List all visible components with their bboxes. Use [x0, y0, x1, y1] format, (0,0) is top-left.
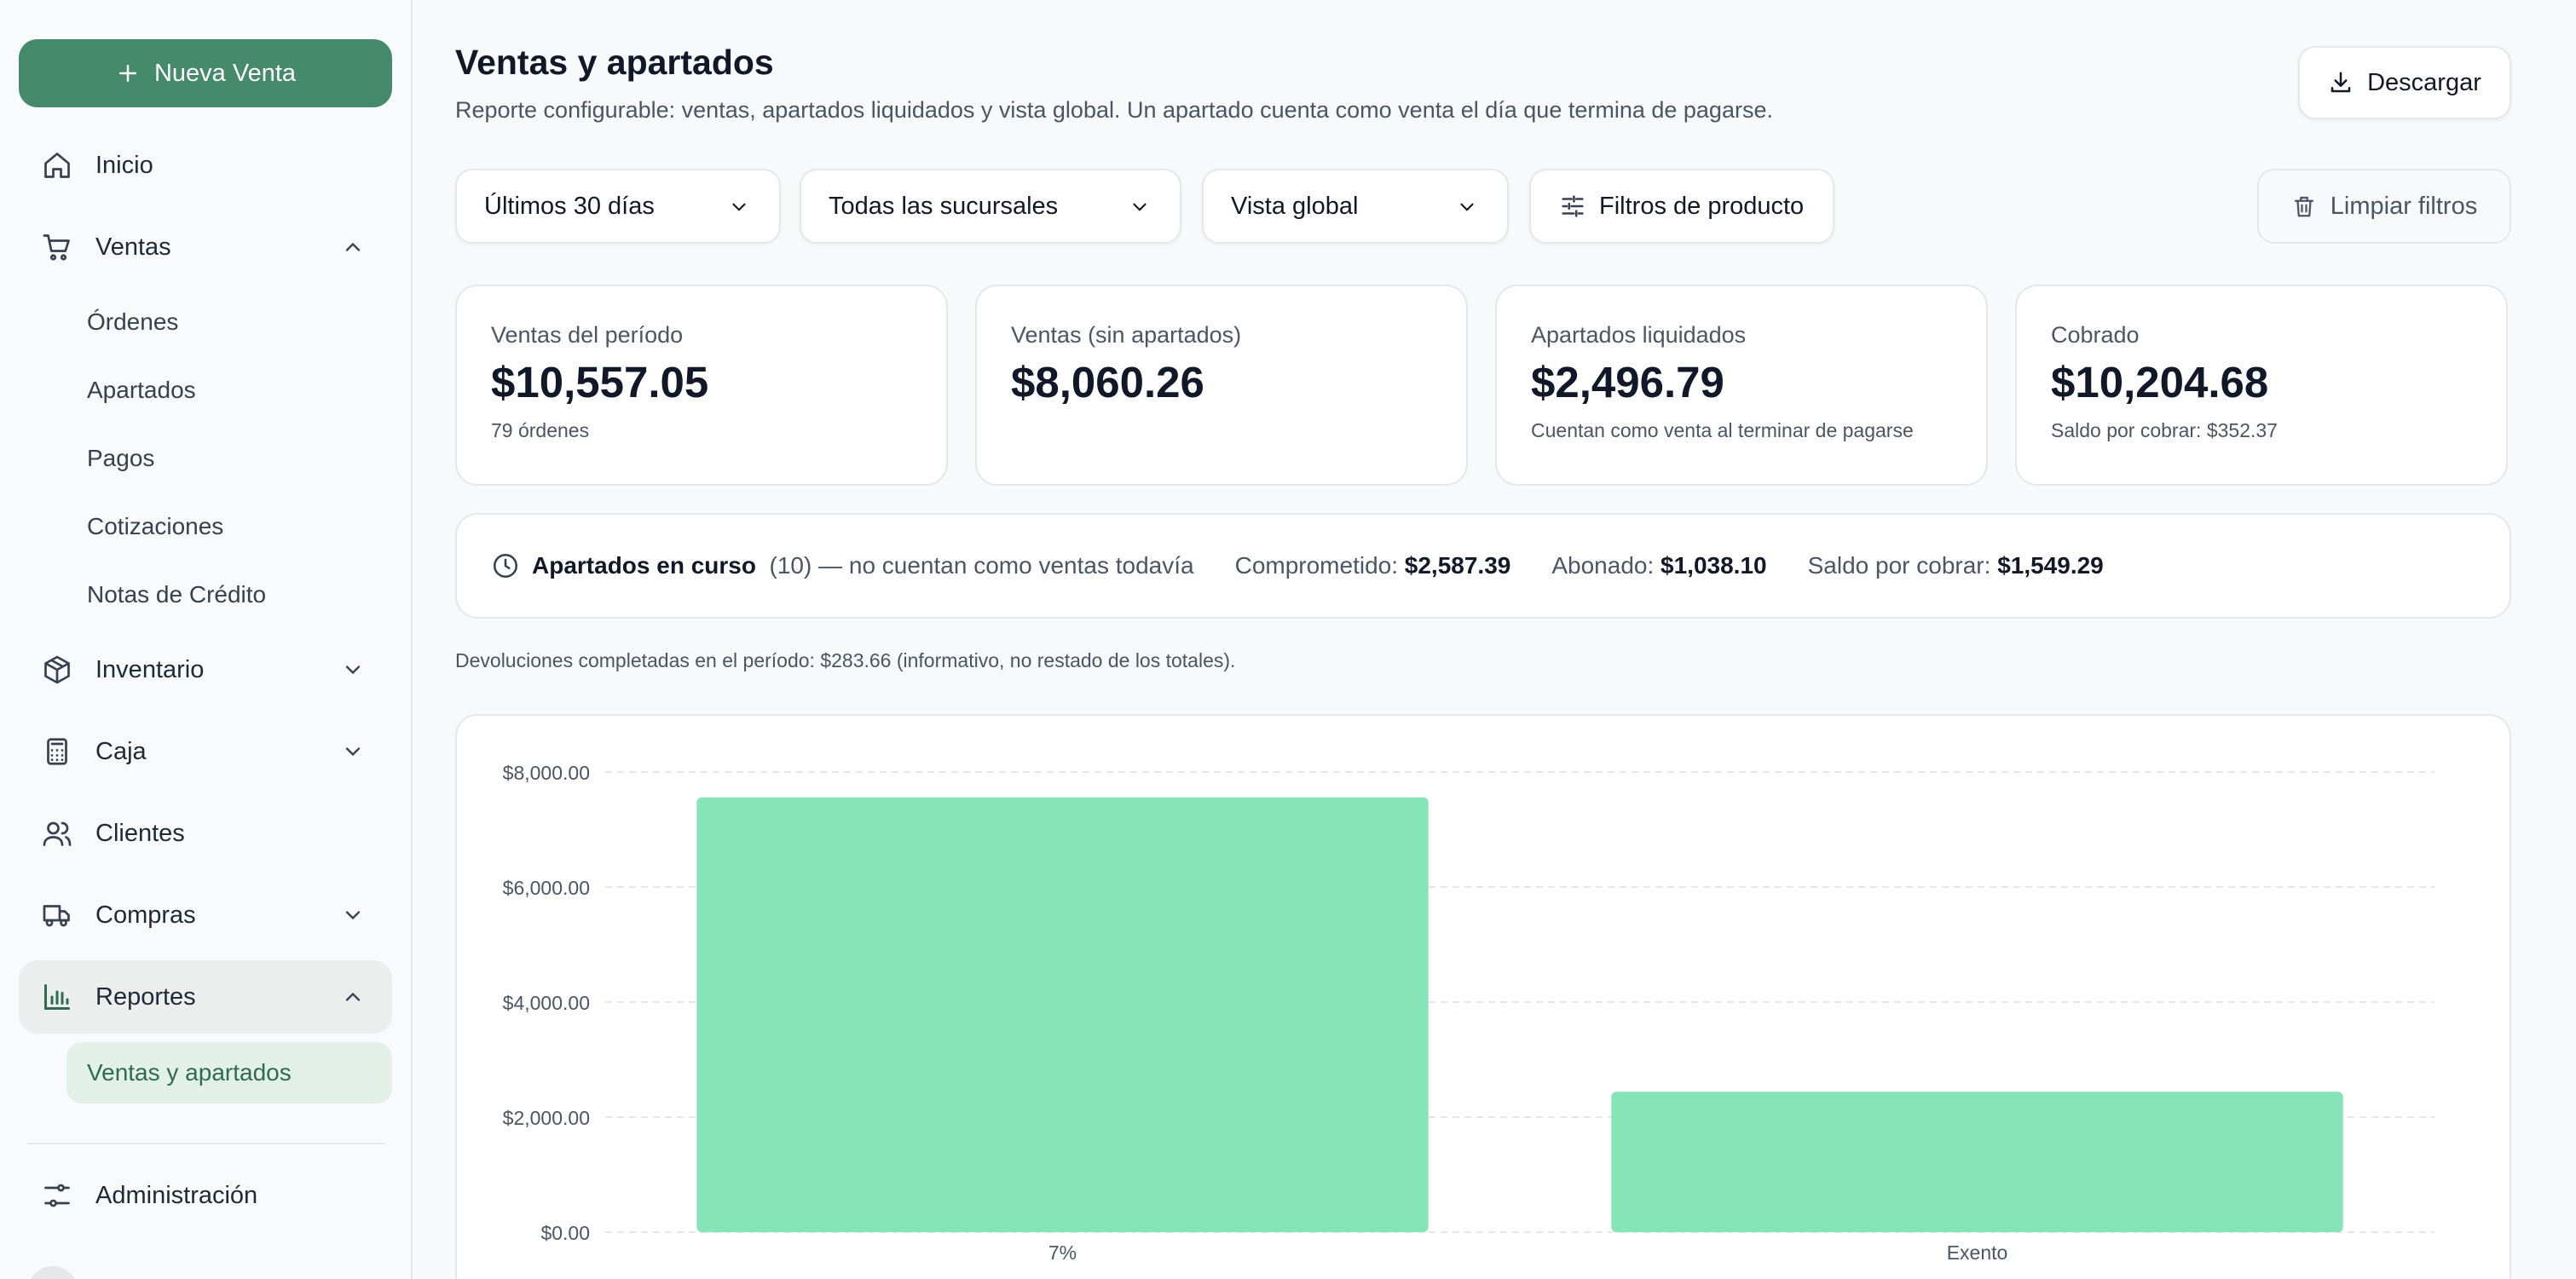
- y-tick-label: $0.00: [540, 1222, 590, 1244]
- sidebar: Nueva Venta Inicio Ventas Órdenes Aparta…: [0, 0, 413, 1279]
- sliders-icon: [1562, 195, 1584, 217]
- sidebar-divider: [27, 1143, 385, 1144]
- stat-label: Ventas (sin apartados): [1011, 322, 1242, 348]
- y-tick-label: $4,000.00: [503, 992, 590, 1014]
- avatar[interactable]: [27, 1266, 78, 1279]
- download-icon: [2331, 72, 2351, 93]
- paid-label: Abonado:: [1551, 552, 1655, 579]
- stat-label: Apartados liquidados: [1531, 322, 1747, 348]
- sidebar-subitem-apartados[interactable]: Apartados: [66, 360, 196, 421]
- chevron-down-icon: [1460, 203, 1474, 211]
- sidebar-item-compras[interactable]: Compras: [19, 879, 392, 952]
- returns-note: Devoluciones completadas en el período: …: [455, 649, 1236, 671]
- view-select[interactable]: Vista global: [1202, 169, 1509, 244]
- sidebar-label: Ventas: [95, 233, 171, 261]
- sidebar-label: Reportes: [95, 982, 196, 1011]
- sidebar-subitem-ordenes[interactable]: Órdenes: [66, 291, 178, 353]
- sidebar-item-reportes[interactable]: Reportes: [19, 960, 392, 1034]
- main-content: Ventas y apartados Reporte configurable:…: [414, 0, 2554, 1279]
- chevron-down-icon[interactable]: [341, 740, 365, 763]
- sidebar-item-administracion[interactable]: Administración: [19, 1159, 392, 1232]
- plus-icon: [118, 65, 136, 82]
- sidebar-item-clientes[interactable]: Clientes: [19, 797, 392, 870]
- product-filters-label: Filtros de producto: [1599, 192, 1805, 220]
- balance-label: Saldo por cobrar:: [1807, 552, 1991, 579]
- sidebar-item-ventas[interactable]: Ventas: [19, 210, 392, 284]
- chevron-up-icon[interactable]: [341, 985, 365, 1009]
- chevron-down-icon[interactable]: [341, 658, 365, 682]
- bar-chart-icon: [44, 984, 70, 1010]
- in-progress-desc: (10) — no cuentan como ventas todavía: [769, 552, 1194, 579]
- bar[interactable]: [696, 797, 1429, 1232]
- stat-note: 79 órdenes: [491, 419, 590, 441]
- download-button[interactable]: Descargar: [2298, 46, 2511, 119]
- sidebar-item-inicio[interactable]: Inicio: [19, 129, 392, 202]
- clear-filters-button[interactable]: Limpiar filtros: [2257, 169, 2511, 244]
- calculator-icon: [47, 738, 67, 765]
- page-subtitle: Reporte configurable: ventas, apartados …: [455, 97, 1773, 123]
- committed-label: Comprometido:: [1234, 552, 1398, 579]
- download-label: Descargar: [2367, 68, 2481, 96]
- chevron-down-icon[interactable]: [341, 903, 365, 927]
- view-value: Vista global: [1231, 192, 1359, 220]
- sales-bar-chart: $0.00 $2,000.00 $4,000.00 $6,000.00 $8,000.0…: [503, 762, 2434, 1264]
- product-filters-button[interactable]: Filtros de producto: [1529, 169, 1834, 244]
- new-sale-button[interactable]: Nueva Venta: [19, 39, 392, 107]
- home-icon: [44, 153, 70, 178]
- users-icon: [43, 821, 72, 846]
- sidebar-label: Inicio: [95, 151, 153, 179]
- sidebar-subitem-ventas-apartados[interactable]: Ventas y apartados: [66, 1042, 392, 1103]
- stat-card-period-sales: Ventas del período $10,557.05 79 órdenes: [455, 285, 948, 486]
- period-select[interactable]: Últimos 30 días: [455, 169, 781, 244]
- sidebar-subitem-notas-credito[interactable]: Notas de Crédito: [66, 564, 266, 625]
- sidebar-label: Administración: [95, 1181, 258, 1209]
- sidebar-subitem-cotizaciones[interactable]: Cotizaciones: [66, 496, 223, 557]
- stat-label: Ventas del período: [491, 322, 684, 348]
- chevron-up-icon[interactable]: [341, 235, 365, 259]
- y-tick-label: $6,000.00: [503, 877, 590, 899]
- stat-value: $10,204.68: [2051, 358, 2269, 406]
- sidebar-label: Compras: [95, 901, 196, 929]
- stat-label: Cobrado: [2051, 322, 2140, 348]
- layaways-in-progress-banner: Apartados en curso (10) — no cuentan com…: [455, 513, 2511, 619]
- sidebar-label: Clientes: [95, 819, 185, 847]
- stat-note: Cuentan como venta al terminar de pagars…: [1531, 419, 1914, 441]
- stat-value: $8,060.26: [1011, 358, 1204, 406]
- stat-note: Saldo por cobrar: $352.37: [2051, 419, 2278, 441]
- stat-card-sales-no-layaway: Ventas (sin apartados) $8,060.26: [975, 285, 1468, 486]
- sliders-icon: [44, 1184, 70, 1207]
- sidebar-label: Inventario: [95, 655, 205, 683]
- committed-value: $2,587.39: [1404, 552, 1511, 579]
- sales-chart-card: $0.00 $2,000.00 $4,000.00 $6,000.00 $8,000.0…: [455, 714, 2511, 1279]
- clear-filters-label: Limpiar filtros: [2330, 192, 2478, 220]
- stat-card-collected: Cobrado $10,204.68 Saldo por cobrar: $35…: [2015, 285, 2508, 486]
- stat-card-layaways-settled: Apartados liquidados $2,496.79 Cuentan c…: [1495, 285, 1988, 486]
- page-title: Ventas y apartados: [455, 43, 774, 82]
- in-progress-title: Apartados en curso: [532, 552, 756, 579]
- period-value: Últimos 30 días: [484, 192, 655, 220]
- clock-icon: [493, 553, 518, 579]
- bar[interactable]: [1611, 1092, 2343, 1232]
- branch-value: Todas las sucursales: [829, 192, 1059, 220]
- sidebar-label: Caja: [95, 737, 147, 765]
- sidebar-item-inventario[interactable]: Inventario: [19, 633, 392, 706]
- balance-value: $1,549.29: [1997, 552, 2104, 579]
- x-tick-label: Exento: [1947, 1242, 2008, 1264]
- paid-value: $1,038.10: [1661, 552, 1767, 579]
- y-tick-label: $8,000.00: [503, 762, 590, 784]
- stat-value: $10,557.05: [491, 358, 709, 406]
- x-tick-label: 7%: [1048, 1242, 1077, 1264]
- new-sale-label: Nueva Venta: [153, 59, 297, 87]
- y-tick-label: $2,000.00: [503, 1107, 590, 1129]
- truck-icon: [43, 905, 70, 927]
- package-icon: [44, 655, 70, 684]
- chevron-down-icon: [732, 203, 746, 211]
- stat-value: $2,496.79: [1531, 358, 1724, 406]
- cart-icon: [43, 234, 70, 261]
- trash-icon: [2294, 196, 2313, 217]
- chevron-down-icon: [1133, 203, 1146, 211]
- sidebar-item-caja[interactable]: Caja: [19, 715, 392, 788]
- sidebar-subitem-pagos[interactable]: Pagos: [66, 428, 154, 489]
- branch-select[interactable]: Todas las sucursales: [800, 169, 1181, 244]
